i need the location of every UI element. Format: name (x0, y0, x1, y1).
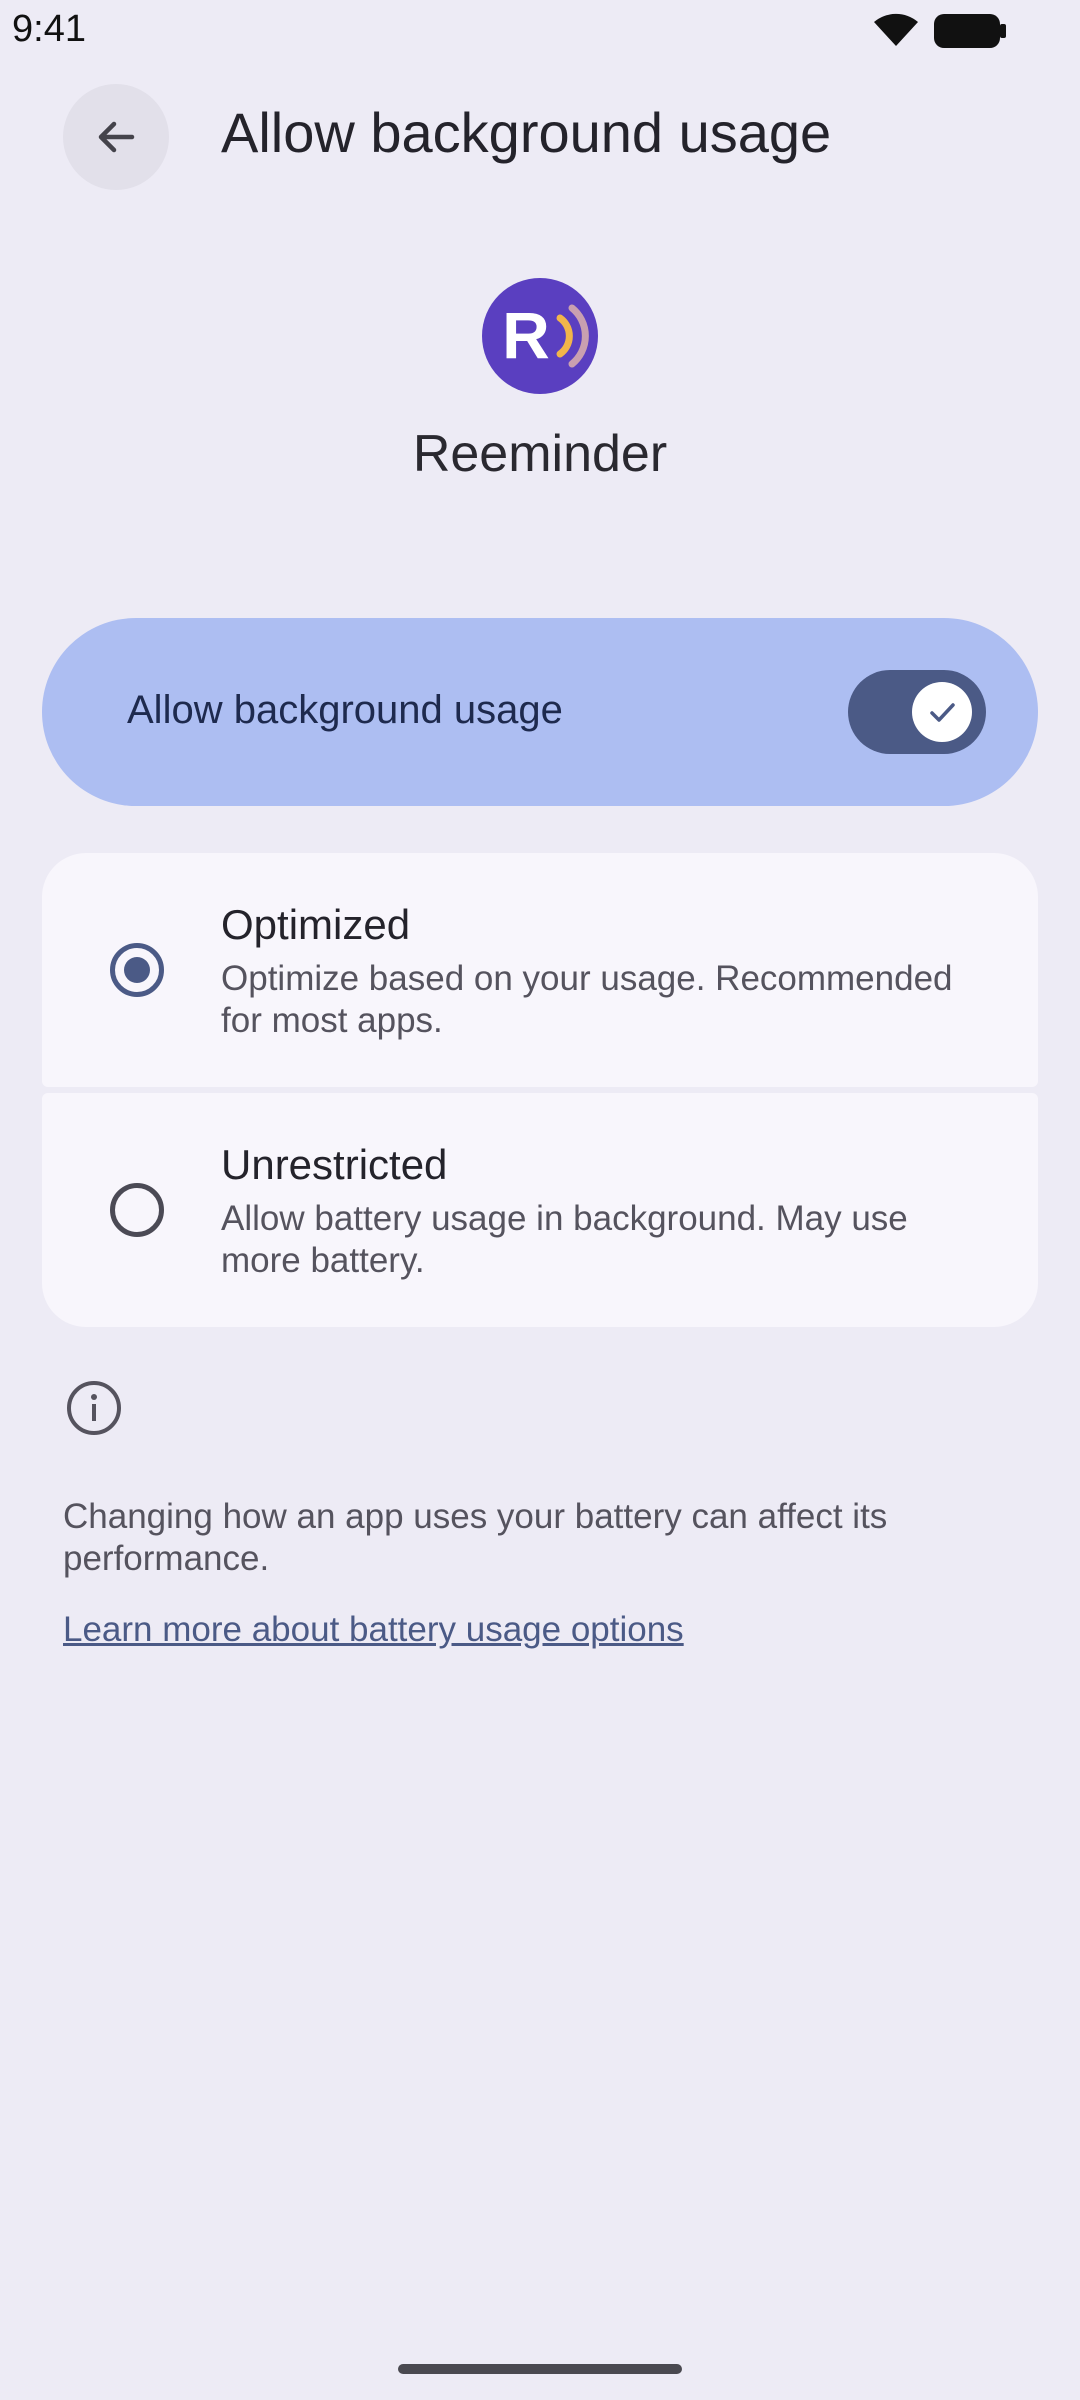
info-icon (67, 1381, 121, 1435)
option-title: Unrestricted (221, 1141, 448, 1188)
option-description: Allow battery usage in background. May u… (221, 1199, 908, 1280)
radio-unrestricted[interactable] (110, 1183, 164, 1237)
reeminder-app-icon: R (482, 278, 598, 394)
status-bar: 9:41 (0, 0, 1080, 60)
footer-info-text: Changing how an app uses your battery ca… (63, 1497, 888, 1578)
option-optimized[interactable]: Optimized Optimize based on your usage. … (42, 853, 1038, 1087)
gesture-navigation-bar[interactable] (398, 2364, 682, 2374)
radio-selected-dot (124, 957, 150, 983)
battery-icon (934, 14, 1006, 48)
app-icon-letter: R (502, 298, 550, 372)
wifi-icon (874, 13, 918, 47)
radio-optimized[interactable] (110, 943, 164, 997)
arrow-back-icon (98, 121, 135, 153)
switch-thumb (912, 682, 972, 742)
page-title: Allow background usage (221, 101, 832, 164)
background-usage-switch[interactable] (848, 670, 986, 754)
status-time: 9:41 (12, 8, 86, 50)
learn-more-link[interactable]: Learn more about battery usage options (63, 1610, 684, 1650)
check-icon (930, 703, 955, 722)
option-description: Optimize based on your usage. Recommende… (221, 959, 953, 1040)
option-title: Optimized (221, 901, 411, 948)
option-unrestricted[interactable]: Unrestricted Allow battery usage in back… (42, 1093, 1038, 1327)
app-name: Reeminder (412, 425, 668, 483)
toggle-label: Allow background usage (127, 688, 563, 732)
back-button[interactable] (63, 84, 169, 190)
allow-background-usage-toggle-row[interactable]: Allow background usage (42, 618, 1038, 806)
